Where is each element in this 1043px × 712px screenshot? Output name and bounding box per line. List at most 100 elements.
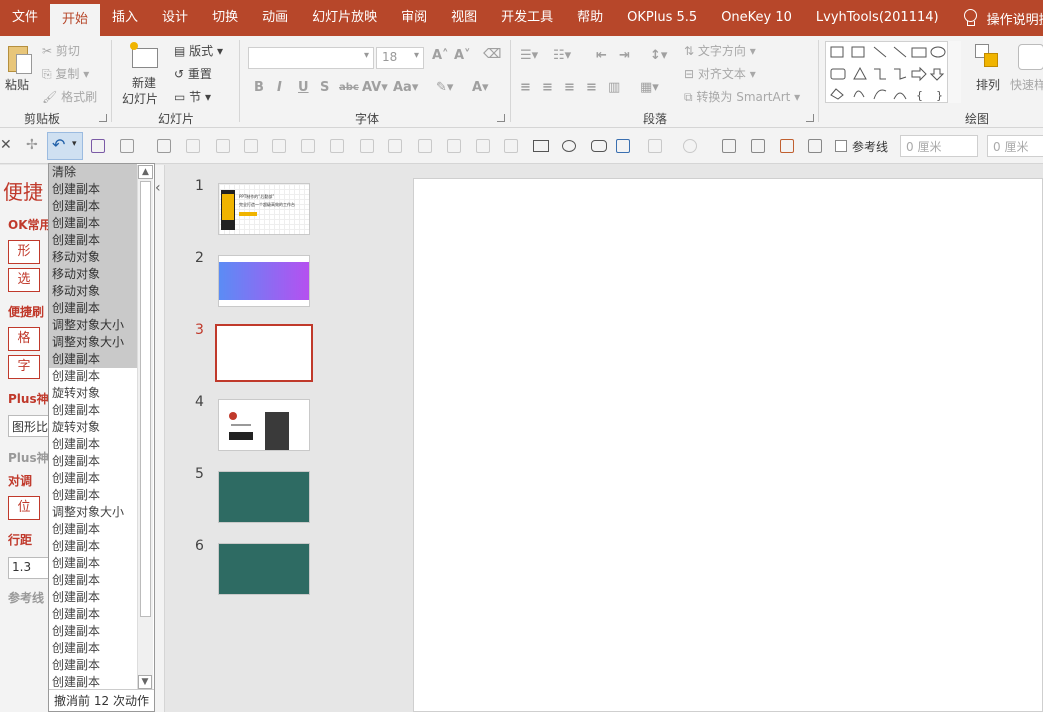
undo-history-item[interactable]: 创建副本: [49, 198, 137, 215]
undo-history-item[interactable]: 调整对象大小: [49, 334, 137, 351]
cut-button[interactable]: ✂ 剪切: [42, 42, 80, 59]
font-launcher-icon[interactable]: [497, 114, 505, 122]
fill-icon[interactable]: [722, 139, 736, 153]
bring-front-icon[interactable]: [476, 139, 490, 153]
underline-icon[interactable]: U: [298, 80, 309, 95]
reset-button[interactable]: ↺ 重置: [174, 65, 212, 82]
undo-history-item[interactable]: 创建副本: [49, 232, 137, 249]
ribbon-tab[interactable]: 开发工具: [489, 0, 565, 36]
tell-me-search[interactable]: 操作说明搜索: [951, 9, 1043, 28]
align-left-icon[interactable]: ≡: [520, 80, 531, 95]
decrease-indent-icon[interactable]: ⇤: [596, 48, 607, 63]
font-name-field[interactable]: [248, 47, 374, 69]
save-icon[interactable]: [91, 139, 105, 153]
new-slide-icon[interactable]: [130, 42, 160, 72]
close-pane-icon[interactable]: ✕: [0, 137, 12, 153]
slide-thumbnail-3[interactable]: [215, 324, 313, 382]
slide-thumbnail-2[interactable]: [218, 255, 310, 307]
undo-history-dropdown[interactable]: 清除 创建副本 创建副本 创建副本 创建副本 移动对象 移动对象 移动对象 创建副本 调整对象大小…: [48, 163, 155, 712]
align-middle-objects-icon[interactable]: [301, 139, 315, 153]
format-brush-button[interactable]: 格: [8, 327, 40, 351]
textbox-icon[interactable]: [120, 139, 134, 153]
ribbon-tab[interactable]: LvyhTools(201114): [804, 0, 951, 36]
ribbon-tab[interactable]: OneKey 10: [709, 0, 804, 36]
font-size-field[interactable]: 18: [376, 47, 424, 69]
section-button[interactable]: ▭ 节 ▾: [174, 88, 211, 105]
text-direction-button[interactable]: ⇅ 文字方向 ▾: [684, 42, 756, 59]
collapse-pane-icon[interactable]: ‹: [155, 180, 161, 196]
undo-history-item[interactable]: 创建副本: [49, 487, 137, 504]
italic-icon[interactable]: I: [277, 80, 282, 95]
undo-history-item[interactable]: 创建副本: [49, 623, 137, 640]
change-case-icon[interactable]: Aa▾: [393, 80, 418, 95]
shape-ratio-input[interactable]: 图形比: [8, 415, 52, 437]
ribbon-tab[interactable]: 切换: [200, 0, 250, 36]
paragraph-launcher-icon[interactable]: [806, 114, 814, 122]
line-spacing-icon[interactable]: ↕▾: [650, 48, 667, 63]
strikethrough-icon[interactable]: abc: [339, 82, 359, 93]
ruler-icon[interactable]: [808, 139, 822, 153]
scroll-up-icon[interactable]: ▲: [138, 165, 153, 179]
combine-shapes-icon[interactable]: [683, 139, 697, 153]
ribbon-tab[interactable]: 插入: [100, 0, 150, 36]
undo-history-item[interactable]: 旋转对象: [49, 385, 137, 402]
align-center-objects-icon[interactable]: [216, 139, 230, 153]
clear-format-icon[interactable]: ⌫: [483, 47, 501, 62]
merge-shapes-icon[interactable]: [648, 139, 662, 153]
undo-history-item[interactable]: 调整对象大小: [49, 317, 137, 334]
slide-thumbnail-1[interactable]: PPT制作的“后勤部” 完全打造一个超级高效的工作台: [218, 183, 310, 235]
undo-history-item[interactable]: 创建副本: [49, 470, 137, 487]
rectangle-icon[interactable]: [533, 140, 549, 152]
distribute-icon[interactable]: ▥: [608, 80, 620, 95]
rounded-rect-icon[interactable]: [591, 140, 607, 152]
line-spacing-input[interactable]: 1.3: [8, 557, 52, 579]
shape-button[interactable]: 形: [8, 240, 40, 264]
ribbon-tab[interactable]: 帮助: [565, 0, 615, 36]
undo-history-item[interactable]: 创建副本: [49, 453, 137, 470]
undo-history-item[interactable]: 创建副本: [49, 521, 137, 538]
highlight-icon[interactable]: ✎▾: [436, 80, 453, 95]
ribbon-tab[interactable]: 视图: [439, 0, 489, 36]
slide-thumbnail-5[interactable]: [218, 471, 310, 523]
slide-thumbnail-4[interactable]: [218, 399, 310, 451]
undo-history-item[interactable]: 创建副本: [49, 572, 137, 589]
select-button[interactable]: 选: [8, 268, 40, 292]
undo-history-item[interactable]: 创建副本: [49, 606, 137, 623]
undo-history-item[interactable]: 清除: [49, 164, 137, 181]
align-bottom-objects-icon[interactable]: [330, 139, 344, 153]
clipboard-launcher-icon[interactable]: [99, 114, 107, 122]
columns-icon[interactable]: ▦▾: [640, 80, 659, 95]
shapes-gallery-scrollbar[interactable]: [947, 41, 961, 103]
layout-button[interactable]: ▤ 版式 ▾: [174, 42, 223, 59]
ribbon-tab[interactable]: 文件: [0, 0, 50, 36]
paste-icon[interactable]: [6, 42, 32, 78]
bullets-icon[interactable]: ☰▾: [520, 48, 538, 63]
undo-history-item[interactable]: 移动对象: [49, 249, 137, 266]
slide-editing-canvas[interactable]: [413, 178, 1043, 712]
undo-history-item[interactable]: 创建副本: [49, 538, 137, 555]
align-left-objects-icon[interactable]: [186, 139, 200, 153]
selection-pane-icon[interactable]: [780, 139, 794, 153]
new-slide-button-line2[interactable]: 幻灯片: [122, 90, 158, 107]
undo-history-item[interactable]: 创建副本: [49, 589, 137, 606]
undo-history-item[interactable]: 创建副本: [49, 640, 137, 657]
align-text-button[interactable]: ⊟ 对齐文本 ▾: [684, 65, 756, 82]
ribbon-tab[interactable]: 动画: [250, 0, 300, 36]
scroll-down-icon[interactable]: ▼: [138, 675, 152, 689]
smartart-button[interactable]: ⧉ 转换为 SmartArt ▾: [684, 88, 800, 105]
format-painter-button[interactable]: 🖌 格式刷: [42, 88, 97, 105]
align-top-objects-icon[interactable]: [272, 139, 286, 153]
char-spacing-icon[interactable]: AV▾: [362, 80, 388, 95]
undo-history-item[interactable]: 创建副本: [49, 657, 137, 674]
arrange-icon[interactable]: [975, 44, 1001, 70]
distribute-h-icon[interactable]: [388, 139, 402, 153]
shapes-gallery[interactable]: {}: [825, 41, 961, 103]
align-right-icon[interactable]: ≡: [564, 80, 575, 95]
shadow-icon[interactable]: S: [320, 80, 329, 95]
oval-icon[interactable]: [562, 140, 576, 152]
guides-checkbox[interactable]: [835, 140, 847, 152]
group-icon[interactable]: [418, 139, 432, 153]
object-icon-1[interactable]: [157, 139, 171, 153]
pin-icon[interactable]: ✢: [26, 137, 38, 153]
undo-history-item[interactable]: 创建副本: [49, 351, 137, 368]
